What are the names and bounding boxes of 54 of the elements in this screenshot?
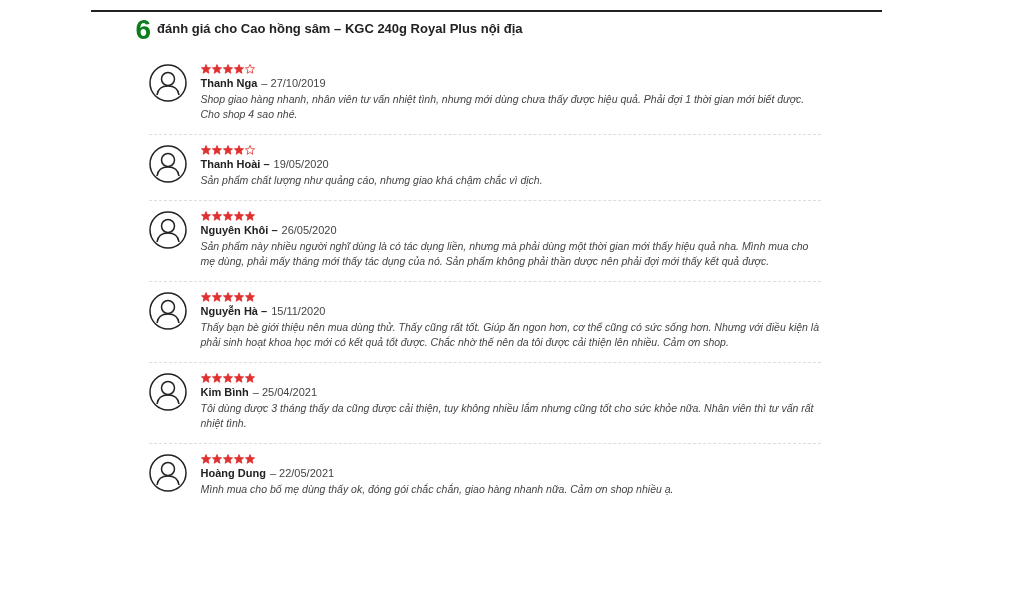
review-text: Sản phẩm chất lượng như quảng cáo, nhưng giao khá chậm chắc vì dịch. <box>200 173 544 188</box>
filled-star-icon <box>244 454 255 464</box>
user-avatar-icon <box>148 373 187 411</box>
filled-star-icon <box>211 454 222 464</box>
reviewer-name: Thanh Hoài – <box>200 158 270 170</box>
filled-star-icon <box>200 64 211 74</box>
filled-star-icon <box>222 145 233 155</box>
reviewer-name: Kim Bình <box>200 386 249 398</box>
reviewer-name: Hoàng Dung <box>200 467 266 479</box>
review-date: 15/11/2020 <box>271 305 326 317</box>
user-avatar-icon <box>148 64 187 102</box>
review-date: – 25/04/2021 <box>252 386 317 398</box>
review-date: – 22/05/2021 <box>269 467 335 479</box>
filled-star-icon <box>222 373 233 383</box>
review-date: 26/05/2020 <box>281 224 337 236</box>
filled-star-icon <box>200 145 211 155</box>
filled-star-icon <box>244 292 255 302</box>
filled-star-icon <box>222 64 233 74</box>
review-text: Mình mua cho bố mẹ dùng thấy ok, đóng gói chắc chắn, giao hàng nhanh nữa. Cảm ơn shop nhiều ạ. <box>200 482 675 497</box>
review-date: 19/05/2020 <box>273 158 329 170</box>
review-text: Tôi dùng được 3 tháng thấy da cũng được cải thiện, tuy không nhiều lắm nhưng cũng tốt cho sức khỏe nữa. Nhân viên thì tư vấn rất nhiệt tình. <box>200 401 815 431</box>
reviewer-name: Thanh Nga <box>200 77 258 89</box>
reviewer-name: Nguyên Khôi – <box>200 224 278 236</box>
review-date: – 27/10/2019 <box>261 77 326 89</box>
review-text: Shop giao hàng nhanh, nhân viên tư vấn nhiệt tình, nhưng mới dùng chưa thấy được hiệu quả. Phải đợi 1 thời gian mới biết được. Cho shop 4 sao nhé. <box>200 92 806 122</box>
filled-star-icon <box>233 211 244 221</box>
filled-star-icon <box>211 64 222 74</box>
filled-star-icon <box>211 145 222 155</box>
user-avatar-icon <box>148 292 187 330</box>
review-text: Thấy bạn bè giới thiệu nên mua dùng thử. Thấy cũng rất tốt. Giúp ăn ngon hơn, cơ thể cũng có sức sống hơn. Nhưng với điều kiện là phải sinh hoạt khoa học mới có kết quả tốt được. Chắc nhờ thế nên da tôi được cải thiện lên nhiều. Cảm ơn shop. <box>200 320 820 350</box>
filled-star-icon <box>211 292 222 302</box>
review-count: 6 <box>135 16 152 44</box>
filled-star-icon <box>200 454 211 464</box>
filled-star-icon <box>244 373 255 383</box>
filled-star-icon <box>233 454 244 464</box>
filled-star-icon <box>222 211 233 221</box>
filled-star-icon <box>244 211 255 221</box>
filled-star-icon <box>233 373 244 383</box>
user-avatar-icon <box>148 211 187 249</box>
filled-star-icon <box>200 373 211 383</box>
user-avatar-icon <box>148 454 187 492</box>
review-text: Sản phẩm này nhiều người nghĩ dùng là có tác dụng liền, nhưng mà phải dùng một thời gian mới thấy hiệu quả nha. Mình mua cho mẹ dùng, phải mấy tháng mới thấy tác dụng của nó. Sản phẩm không phải thần dược nên phải đợi mới thấy kết quả được. <box>200 239 810 269</box>
reviews-heading: đánh giá cho Cao hồng sâm – KGC 240g Royal Plus nội địa <box>157 21 523 36</box>
filled-star-icon <box>211 211 222 221</box>
reviewer-name: Nguyễn Hà – <box>200 305 268 317</box>
filled-star-icon <box>233 64 244 74</box>
filled-star-icon <box>211 373 222 383</box>
filled-star-icon <box>233 145 244 155</box>
user-avatar-icon <box>148 145 187 183</box>
filled-star-icon <box>222 454 233 464</box>
filled-star-icon <box>200 211 211 221</box>
filled-star-icon <box>200 292 211 302</box>
filled-star-icon <box>233 292 244 302</box>
filled-star-icon <box>222 292 233 302</box>
